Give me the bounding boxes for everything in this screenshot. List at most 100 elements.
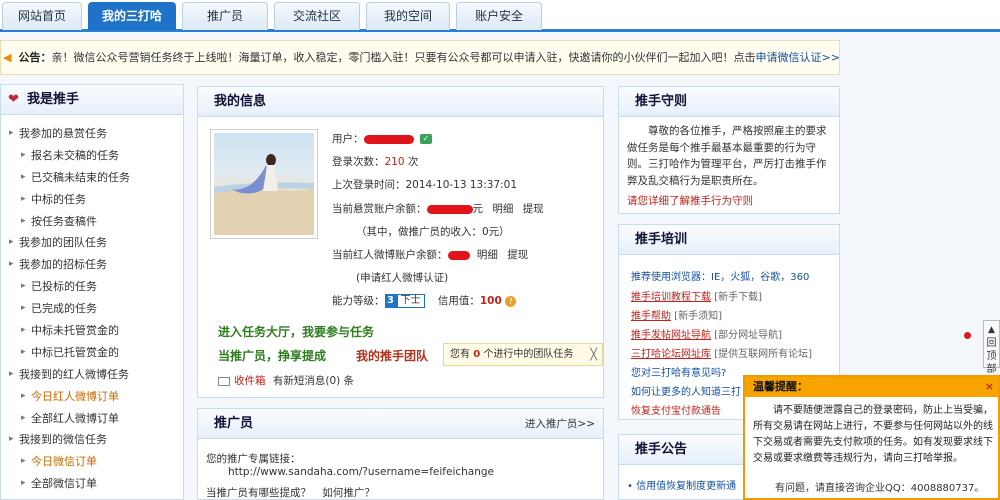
training-link[interactable]: 推手培训教程下载 — [631, 292, 711, 303]
team-tip-suffix: 个进行中的团队任务 — [483, 349, 574, 360]
beach-figure-icon — [214, 154, 314, 235]
tab-community[interactable]: 交流社区 — [274, 2, 360, 30]
my-team-link[interactable]: 我的推手团队 — [356, 347, 428, 364]
sidebar-item-all-wechat[interactable]: ▸ 全部微信订单 — [1, 473, 183, 495]
sidebar-item-bounty-tasks[interactable]: ▸ 我参加的悬赏任务 — [1, 123, 183, 145]
redacted-username — [363, 134, 414, 144]
weibo-withdraw-link[interactable]: 提现 — [507, 249, 528, 261]
training-tag: [新手下载] — [714, 292, 762, 303]
sidebar-item-label: 中标的任务 — [31, 192, 86, 206]
training-link[interactable]: 三打哈论坛网址库 — [631, 349, 711, 360]
verified-icon: ✓ — [419, 134, 432, 144]
announcement-text: 亲！微信公众号营销任务终于上线啦！海量订单，收入稳定，零门槛入驻！只要有公众号都… — [51, 51, 756, 64]
arrow-icon: ▸ — [9, 368, 14, 379]
sidebar-item-label: 我接到的微信任务 — [19, 433, 107, 447]
credit-value: 100 — [479, 295, 502, 307]
sidebar-header: ❤ 我是推手 — [1, 85, 183, 115]
sidebar-item-won-unescrowed[interactable]: ▸ 中标未托管赏金的 — [1, 320, 183, 342]
login-count-unit: 次 — [407, 156, 419, 168]
avatar[interactable] — [210, 129, 318, 239]
promoter-income: （其中，做推广员的收入：0元） — [356, 226, 510, 238]
promo-question-link[interactable]: 当推广员有哪些提成？ — [206, 487, 311, 499]
announcement-label: 公告： — [18, 51, 52, 64]
promo-link-url[interactable]: http://www.sandaha.com/?username=feifeic… — [228, 466, 494, 478]
tab-promoter[interactable]: 推广员 — [182, 2, 268, 30]
sidebar-item-label: 已交稿未结束的任务 — [31, 170, 130, 184]
tab-my-sandaha[interactable]: 我的三打哈 — [88, 2, 176, 30]
sidebar-item-wechat-tasks[interactable]: ▸ 我接到的微信任务 — [1, 429, 183, 451]
sidebar-item-label: 已完成的任务 — [31, 302, 97, 316]
sidebar-item-by-task[interactable]: ▸ 按任务查稿件 — [1, 211, 183, 233]
close-icon[interactable]: × — [985, 377, 994, 397]
envelope-icon — [218, 376, 230, 386]
guide-link[interactable]: 请您详细了解推手行为守则 — [627, 193, 753, 208]
sidebar-item-signed-not-submitted[interactable]: ▸ 报名未交稿的任务 — [1, 145, 183, 167]
sidebar-item-bid-tasks[interactable]: ▸ 已投标的任务 — [1, 276, 183, 298]
sidebar-menu: ▸ 我参加的悬赏任务 ▸ 报名未交稿的任务 ▸ 已交稿未结束的任务 ▸ 中标的任务 ▸ 按… — [1, 123, 183, 495]
guide-body: 尊敬的各位推手，严格按照雇主的要求做任务是每个推手最基本最重要的行为守则。三打哈… — [627, 125, 827, 187]
arrow-icon: ▸ — [21, 149, 26, 160]
sidebar-item-won-escrowed[interactable]: ▸ 中标已托管赏金的 — [1, 342, 183, 364]
promo-how-link[interactable]: 如何推广？ — [322, 487, 375, 499]
sidebar-item-label: 我接到的红人微博任务 — [19, 367, 129, 381]
level-label: 能力等级： — [332, 295, 385, 307]
login-count-value: 210 — [384, 156, 405, 168]
enter-task-hall-link[interactable]: 进入任务大厅，我要参与任务 — [218, 323, 374, 340]
apply-wechat-link[interactable]: 申请微信认证>> — [756, 51, 840, 64]
training-item-forum[interactable]: 三打哈论坛网址库 [提供互联网所有论坛] — [631, 345, 812, 360]
promoter-panel: 推广员 进入推广员>> 您的推广专属链接： http://www.sandaha… — [197, 408, 604, 500]
weibo-detail-link[interactable]: 明细 — [477, 249, 498, 261]
sidebar-item-submitted-open[interactable]: ▸ 已交稿未结束的任务 — [1, 167, 183, 189]
arrow-icon: ▸ — [21, 478, 26, 489]
announcement-bar: ◀ 公告：亲！微信公众号营销任务终于上线啦！海量订单，收入稳定，零门槛入驻！只要… — [0, 40, 840, 75]
sidebar-item-label: 今日微信订单 — [31, 455, 97, 469]
arrow-icon: ▸ — [21, 412, 26, 423]
notice-item-text: 信用值恢复制度更新通 — [636, 481, 737, 492]
level-value: 3 — [384, 294, 397, 308]
enter-promoter-link[interactable]: 进入推广员>> — [525, 409, 595, 439]
sidebar-item-won-tasks[interactable]: ▸ 中标的任务 — [1, 189, 183, 211]
weibo-apply-link[interactable]: (申请红人微博认证) — [356, 270, 448, 285]
notice-item[interactable]: • 信用值恢复制度更新通 — [627, 477, 736, 492]
training-link[interactable]: 推手发帖网址导航 — [631, 330, 711, 341]
sidebar-item-weibo-tasks[interactable]: ▸ 我接到的红人微博任务 — [1, 364, 183, 386]
sidebar-item-today-wechat[interactable]: ▸ 今日微信订单 — [1, 451, 183, 473]
tab-account-security[interactable]: 账户安全 — [456, 2, 542, 30]
close-icon[interactable]: ╳ — [590, 344, 597, 365]
back-to-top-button[interactable]: ▲ 回顶部 — [983, 320, 1000, 375]
heart-icon: ❤ — [8, 92, 19, 107]
sidebar-item-tender-tasks[interactable]: ▸ 我参加的招标任务 — [1, 254, 183, 276]
inbox-link[interactable]: 收件箱 — [234, 375, 266, 387]
training-item-spread[interactable]: 如何让更多的人知道三打 — [631, 383, 741, 398]
sidebar-item-team-tasks[interactable]: ▸ 我参加的团队任务 — [1, 232, 183, 254]
user-label: 用户： — [332, 133, 364, 145]
sidebar-item-all-weibo[interactable]: ▸ 全部红人微博订单 — [1, 408, 183, 430]
sidebar-item-today-weibo[interactable]: ▸ 今日红人微博订单 — [1, 386, 183, 408]
redacted-balance — [426, 204, 473, 214]
weibo-balance-label: 当前红人微博账户余额： — [332, 249, 448, 261]
sidebar: ❤ 我是推手 ▸ 我参加的悬赏任务 ▸ 报名未交稿的任务 ▸ 已交稿未结束的任务 ▸ 中… — [0, 84, 184, 500]
sidebar-item-label: 已投标的任务 — [31, 280, 97, 294]
training-item-nav[interactable]: 推手发帖网址导航 [部分网址导航] — [631, 326, 782, 341]
training-item-help[interactable]: 推手帮助 [新手须知] — [631, 307, 722, 322]
be-promoter-link[interactable]: 当推广员，挣享提成 — [218, 347, 326, 364]
training-item-feedback[interactable]: 您对三打哈有意见吗? — [631, 364, 726, 379]
training-tag: [提供互联网所有论坛] — [714, 349, 812, 360]
sidebar-item-completed-tasks[interactable]: ▸ 已完成的任务 — [1, 298, 183, 320]
training-item-alipay[interactable]: 恢复支付宝付款通告 — [631, 402, 721, 417]
sidebar-item-label: 我参加的团队任务 — [19, 236, 107, 250]
last-login-row: 上次登录时间：2014-10-13 13:37:01 — [332, 177, 517, 192]
sidebar-item-label: 今日红人微博订单 — [31, 389, 119, 403]
speaker-icon: ◀ — [3, 51, 12, 64]
redacted-weibo-balance — [447, 250, 470, 260]
arrow-icon: ▸ — [21, 171, 26, 182]
training-item-tutorial[interactable]: 推手培训教程下载 [新手下载] — [631, 288, 762, 303]
training-link[interactable]: 推手帮助 — [631, 311, 671, 322]
bounty-detail-link[interactable]: 明细 — [492, 203, 513, 215]
help-icon[interactable]: ? — [505, 295, 517, 307]
guide-title: 推手守则 — [619, 87, 839, 117]
bounty-balance-unit: 元 — [472, 203, 484, 215]
tab-home[interactable]: 网站首页 — [2, 2, 82, 30]
tab-my-space[interactable]: 我的空间 — [366, 2, 450, 30]
bounty-withdraw-link[interactable]: 提现 — [523, 203, 544, 215]
